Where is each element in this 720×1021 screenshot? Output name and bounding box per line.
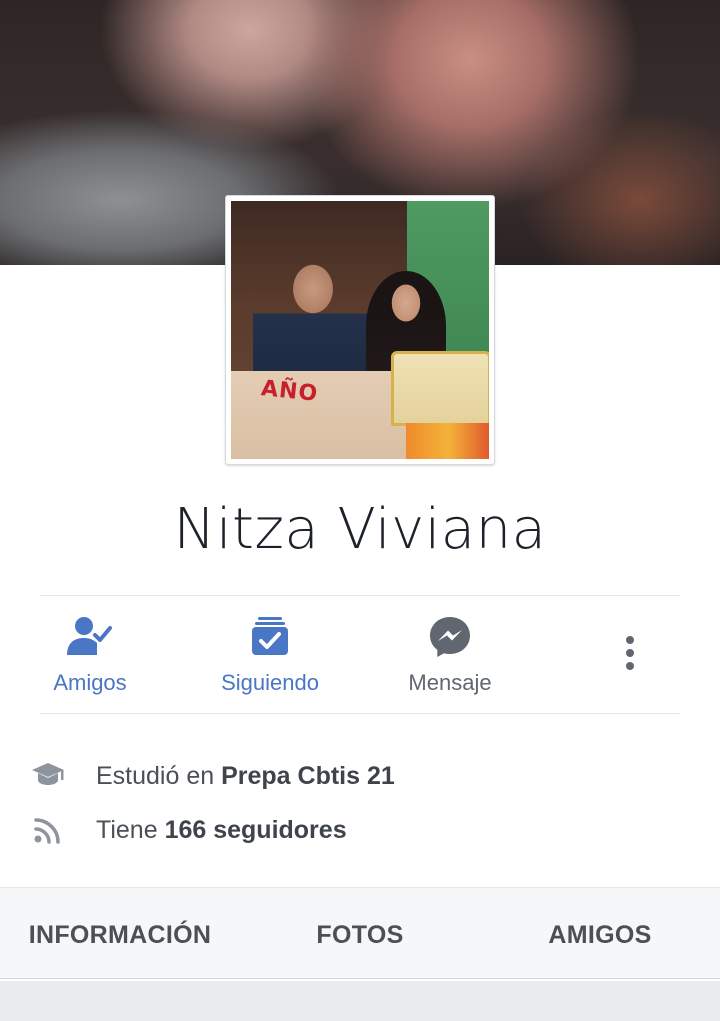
more-vertical-icon — [624, 635, 636, 680]
rss-feed-icon — [34, 816, 62, 849]
photo-cloth — [406, 423, 489, 459]
education-value: Prepa Cbtis 21 — [221, 762, 395, 790]
more-options-button[interactable] — [540, 597, 720, 713]
tab-fotos[interactable]: FOTOS — [240, 888, 480, 980]
friends-button[interactable]: Amigos — [0, 597, 180, 713]
following-button[interactable]: Siguiendo — [180, 597, 360, 713]
education-row[interactable]: Estudió en Prepa Cbtis 21 — [0, 756, 720, 796]
message-button-label: Mensaje — [408, 670, 492, 695]
tab-amigos[interactable]: AMIGOS — [480, 888, 720, 980]
friends-check-icon — [64, 615, 116, 664]
feed-separator — [0, 981, 720, 1021]
followers-value: 166 seguidores — [164, 816, 347, 844]
education-prefix: Estudió en — [96, 762, 222, 790]
divider-bottom — [40, 713, 680, 714]
profile-name: Nitza Viviana — [173, 497, 547, 562]
divider-top — [40, 595, 680, 596]
photo-chest — [391, 351, 489, 426]
friends-button-label: Amigos — [53, 670, 127, 695]
followers-text: Tiene 166 seguidores — [96, 816, 347, 845]
profile-photo-image: AÑO — [231, 201, 489, 459]
photo-person-left — [253, 259, 373, 379]
profile-picture[interactable]: AÑO — [225, 195, 495, 465]
followers-prefix: Tiene — [96, 816, 165, 844]
profile-page: AÑO Nitza Viviana Amigos Siguiendo Mensa… — [0, 0, 720, 1021]
following-button-label: Siguiendo — [221, 670, 319, 695]
followers-row[interactable]: Tiene 166 seguidores — [0, 810, 720, 850]
tab-informacion[interactable]: INFORMACIÓN — [0, 888, 240, 980]
profile-actions: Amigos Siguiendo Mensaje — [0, 597, 720, 713]
graduation-cap-icon — [30, 760, 66, 795]
message-button[interactable]: Mensaje — [360, 597, 540, 713]
profile-tabs: INFORMACIÓN FOTOS AMIGOS — [0, 887, 720, 979]
following-check-icon — [248, 615, 292, 664]
education-text: Estudió en Prepa Cbtis 21 — [96, 762, 395, 791]
messenger-icon — [428, 615, 472, 664]
